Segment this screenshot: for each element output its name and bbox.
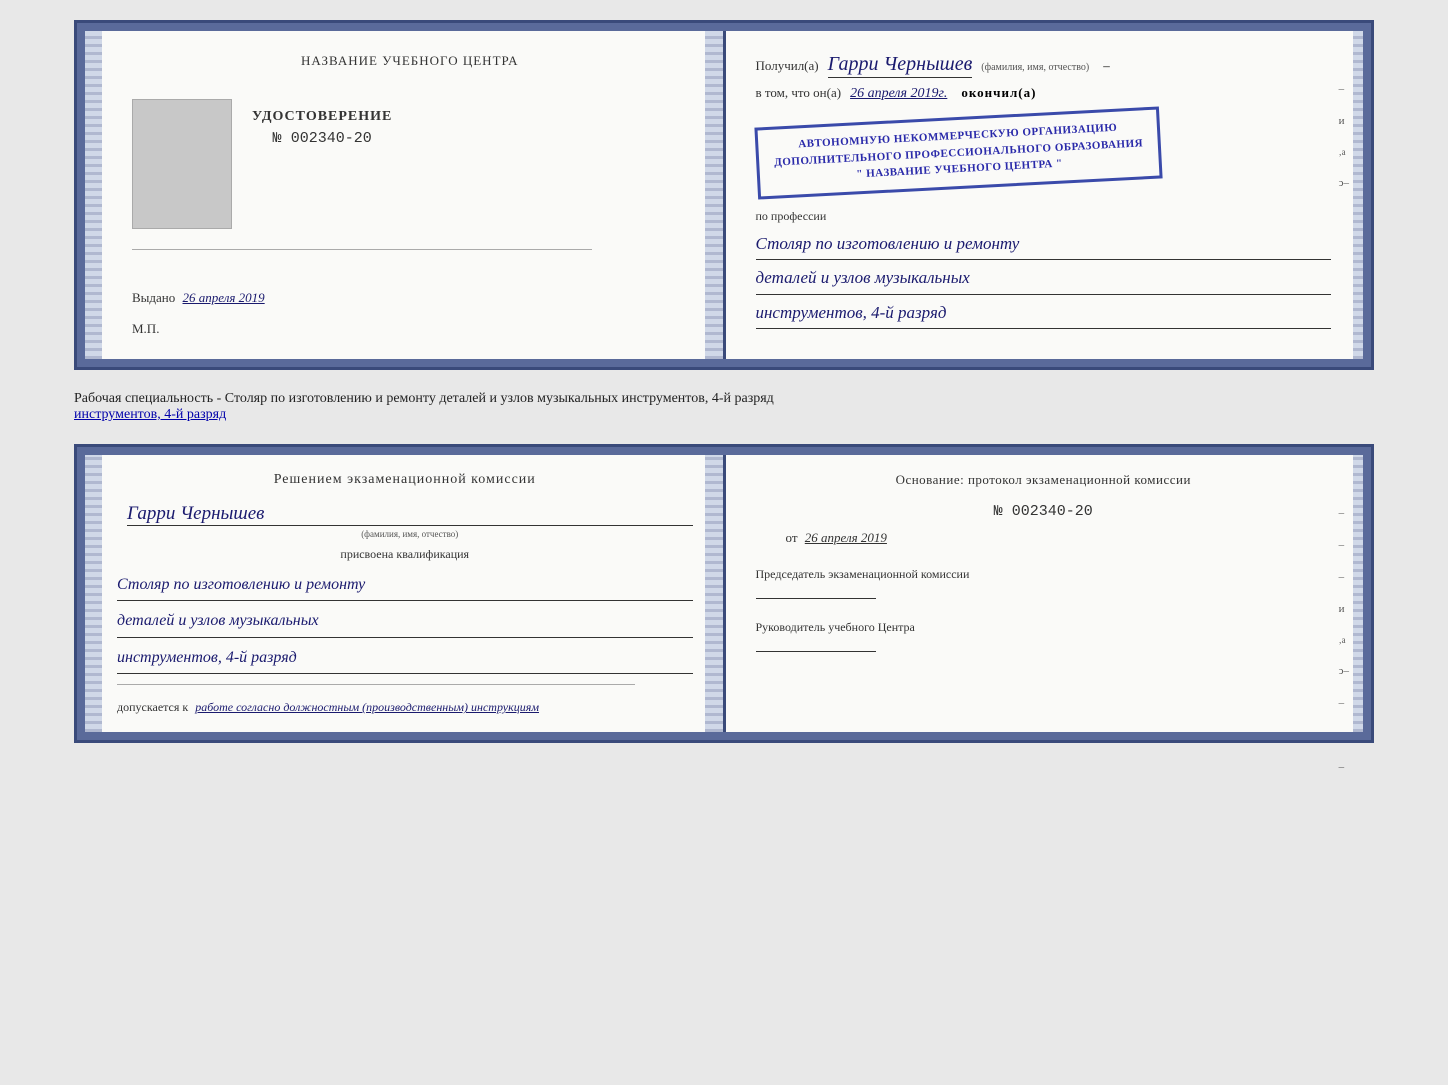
bottom-certificate: Решением экзаменационной комиссии Гарри … xyxy=(74,444,1374,743)
bottom-right-spine xyxy=(1353,447,1371,740)
spine-decoration xyxy=(705,23,723,367)
description-main: Рабочая специальность - Столяр по изгото… xyxy=(74,391,774,406)
fio-hint-top: (фамилия, имя, отчество) xyxy=(981,62,1089,73)
vtom-date: 26 апреля 2019г. xyxy=(850,86,947,101)
certificate-number-top: № 002340-20 xyxy=(252,130,392,147)
poluchil-block: Получил(а) Гарри Чернышев (фамилия, имя,… xyxy=(756,53,1332,76)
po-professii-label: по профессии xyxy=(756,209,1332,224)
description-underline: инструментов, 4-й разряд xyxy=(74,407,226,422)
photo-placeholder xyxy=(132,99,232,229)
ot-date-block: от 26 апреля 2019 xyxy=(756,530,1332,546)
recipient-name-top: Гарри Чернышев xyxy=(828,53,973,78)
osnovanie-title: Основание: протокол экзаменационной коми… xyxy=(756,472,1332,488)
vtom-block: в том, что он(а) 26 апреля 2019г. окончи… xyxy=(756,84,1332,102)
protocol-number-block: № 002340-20 xyxy=(756,503,1332,520)
rukovoditel-block: Руководитель учебного Центра xyxy=(756,619,1332,652)
profession-line2-top: деталей и узлов музыкальных xyxy=(756,263,1332,295)
bottom-right-page: Основание: протокол экзаменационной коми… xyxy=(726,447,1372,740)
separator-bottom xyxy=(117,684,635,685)
fio-hint-bottom: (фамилия, имя, отчество) xyxy=(127,529,693,539)
predsedatel-block: Председатель экзаменационной комиссии xyxy=(756,566,1332,599)
po-professii-block: по профессии Столяр по изготовлению и ре… xyxy=(756,209,1332,330)
vydano-label: Выдано xyxy=(132,290,175,305)
bottom-right-dashes: – – – и ‚а ↄ– – – – xyxy=(1339,507,1349,773)
top-right-page: Получил(а) Гарри Чернышев (фамилия, имя,… xyxy=(726,23,1372,367)
right-spine-top xyxy=(1353,23,1371,367)
description-text: Рабочая специальность - Столяр по изгото… xyxy=(74,391,774,406)
person-block-bottom: Гарри Чернышев (фамилия, имя, отчество) xyxy=(127,503,693,539)
top-left-page: НАЗВАНИЕ УЧЕБНОГО ЦЕНТРА УДОСТОВЕРЕНИЕ №… xyxy=(77,23,726,367)
profession-block-bottom: Столяр по изготовлению и ремонту деталей… xyxy=(117,570,693,674)
predsedatel-signature-line xyxy=(756,598,876,599)
okonchil-label: окончил(а) xyxy=(961,85,1036,100)
profession-bottom-line2: деталей и узлов музыкальных xyxy=(117,606,693,637)
vtom-prefix: в том, что он(а) xyxy=(756,85,842,100)
person-name-bottom: Гарри Чернышев xyxy=(127,503,693,526)
dopuskaetsya-text: работе согласно должностным (производств… xyxy=(195,700,539,714)
top-certificate: НАЗВАНИЕ УЧЕБНОГО ЦЕНТРА УДОСТОВЕРЕНИЕ №… xyxy=(74,20,1374,370)
udostoverenie-label: УДОСТОВЕРЕНИЕ xyxy=(252,109,392,125)
description-line: Рабочая специальность - Столяр по изгото… xyxy=(74,386,1374,428)
rukovoditel-signature-line xyxy=(756,651,876,652)
bottom-left-page: Решением экзаменационной комиссии Гарри … xyxy=(77,447,726,740)
vydano-date: 26 апреля 2019 xyxy=(183,290,265,305)
right-dashes: – и ‚а ↄ– xyxy=(1339,83,1349,189)
bottom-left-spine xyxy=(705,447,723,740)
profession-bottom-line1: Столяр по изготовлению и ремонту xyxy=(117,570,693,601)
profession-line3-top: инструментов, 4-й разряд xyxy=(756,298,1332,330)
rukovoditel-label: Руководитель учебного Центра xyxy=(756,619,1332,636)
dopuskaetsya-block: допускается к работе согласно должностны… xyxy=(117,700,693,715)
profession-block-top: Столяр по изготовлению и ремонту деталей… xyxy=(756,229,1332,330)
resheniem-title: Решением экзаменационной комиссии xyxy=(117,472,693,488)
poluchil-prefix: Получил(а) xyxy=(756,58,819,73)
profession-line1-top: Столяр по изготовлению и ремонту xyxy=(756,229,1332,261)
predsedatel-label: Председатель экзаменационной комиссии xyxy=(756,566,1332,583)
center-title: НАЗВАНИЕ УЧЕБНОГО ЦЕНТРА xyxy=(132,53,688,69)
prisvoyena-label: присвоена квалификация xyxy=(117,547,693,562)
stamp: АВТОНОМНУЮ НЕКОММЕРЧЕСКУЮ ОРГАНИЗАЦИЮ ДО… xyxy=(754,106,1162,199)
ot-date: от 26 апреля 2019 xyxy=(756,530,1332,546)
mp-label: М.П. xyxy=(132,321,159,336)
dopuskaetsya-prefix: допускается к xyxy=(117,700,188,714)
protocol-number: № 002340-20 xyxy=(756,503,1332,520)
profession-bottom-line3: инструментов, 4-й разряд xyxy=(117,643,693,674)
